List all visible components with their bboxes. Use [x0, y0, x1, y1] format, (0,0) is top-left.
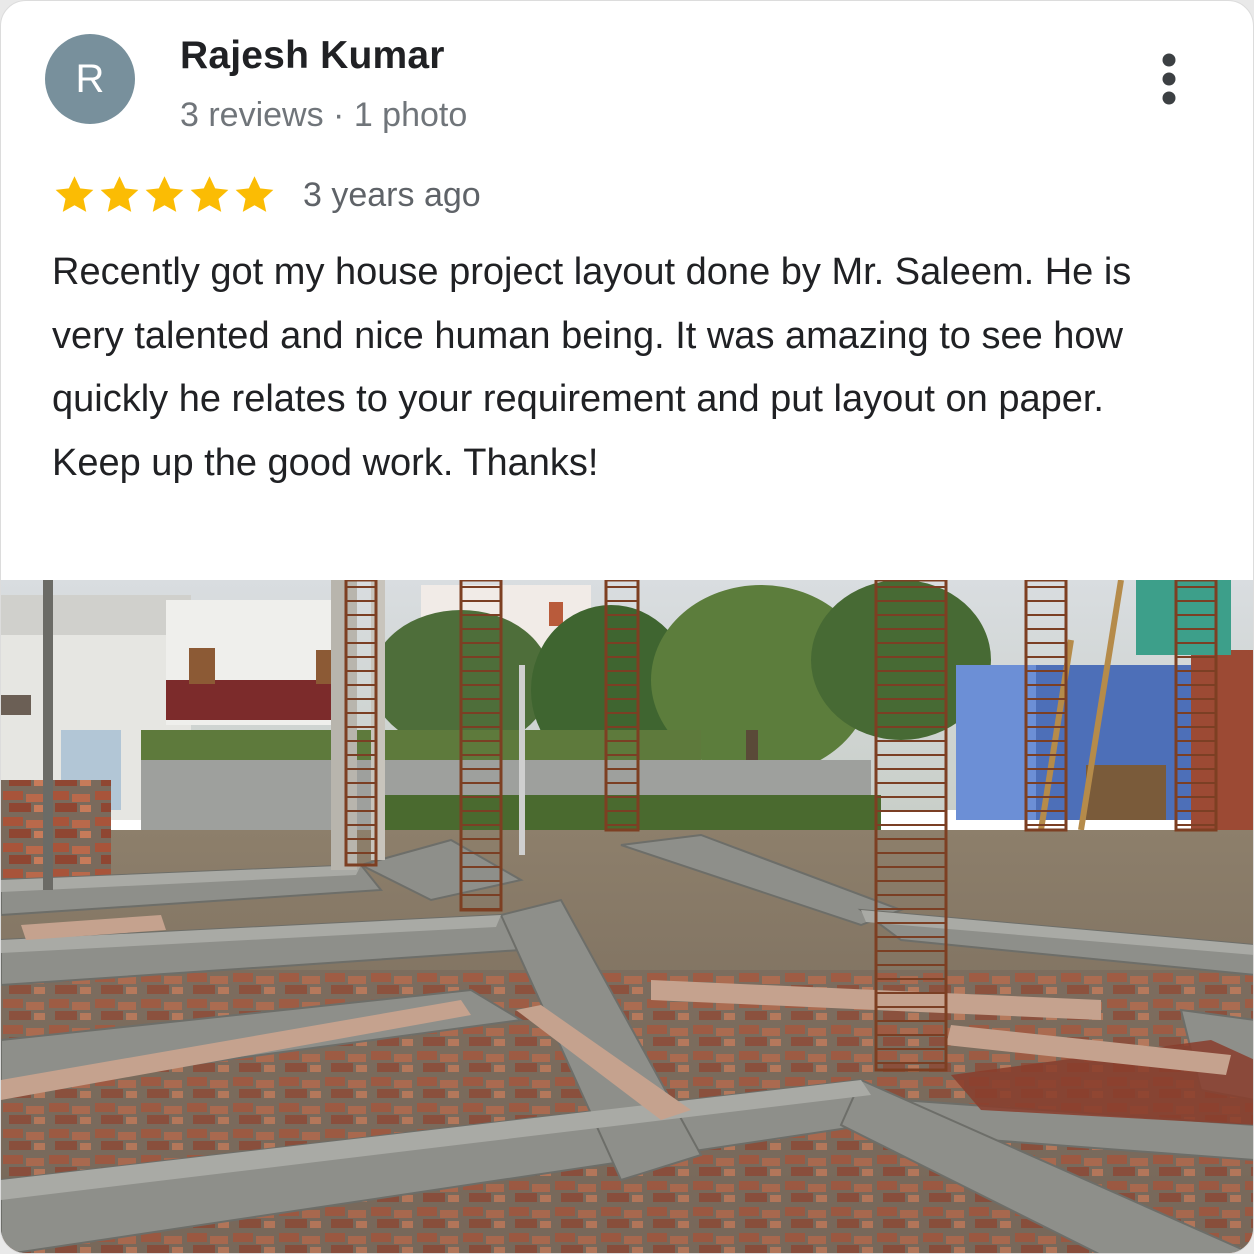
star-icon	[97, 173, 142, 217]
review-photo[interactable]	[1, 580, 1254, 1254]
reviewer-meta: 3 reviews · 1 photo	[180, 96, 468, 134]
review-card: R Rajesh Kumar 3 reviews · 1 photo 3 yea…	[0, 0, 1254, 1254]
reviewer-name[interactable]: Rajesh Kumar	[180, 34, 445, 78]
rating-row: 3 years ago	[52, 172, 481, 218]
more-options-button[interactable]	[1147, 49, 1191, 111]
review-time: 3 years ago	[303, 175, 481, 214]
star-icon	[187, 173, 232, 217]
star-icon	[52, 173, 97, 217]
avatar-initial: R	[75, 56, 105, 101]
avatar[interactable]: R	[45, 34, 135, 124]
star-rating	[52, 173, 277, 217]
review-text: Recently got my house project layout don…	[52, 251, 1132, 484]
star-icon	[142, 173, 187, 217]
more-vertical-icon	[1162, 53, 1176, 105]
star-icon	[232, 173, 277, 217]
